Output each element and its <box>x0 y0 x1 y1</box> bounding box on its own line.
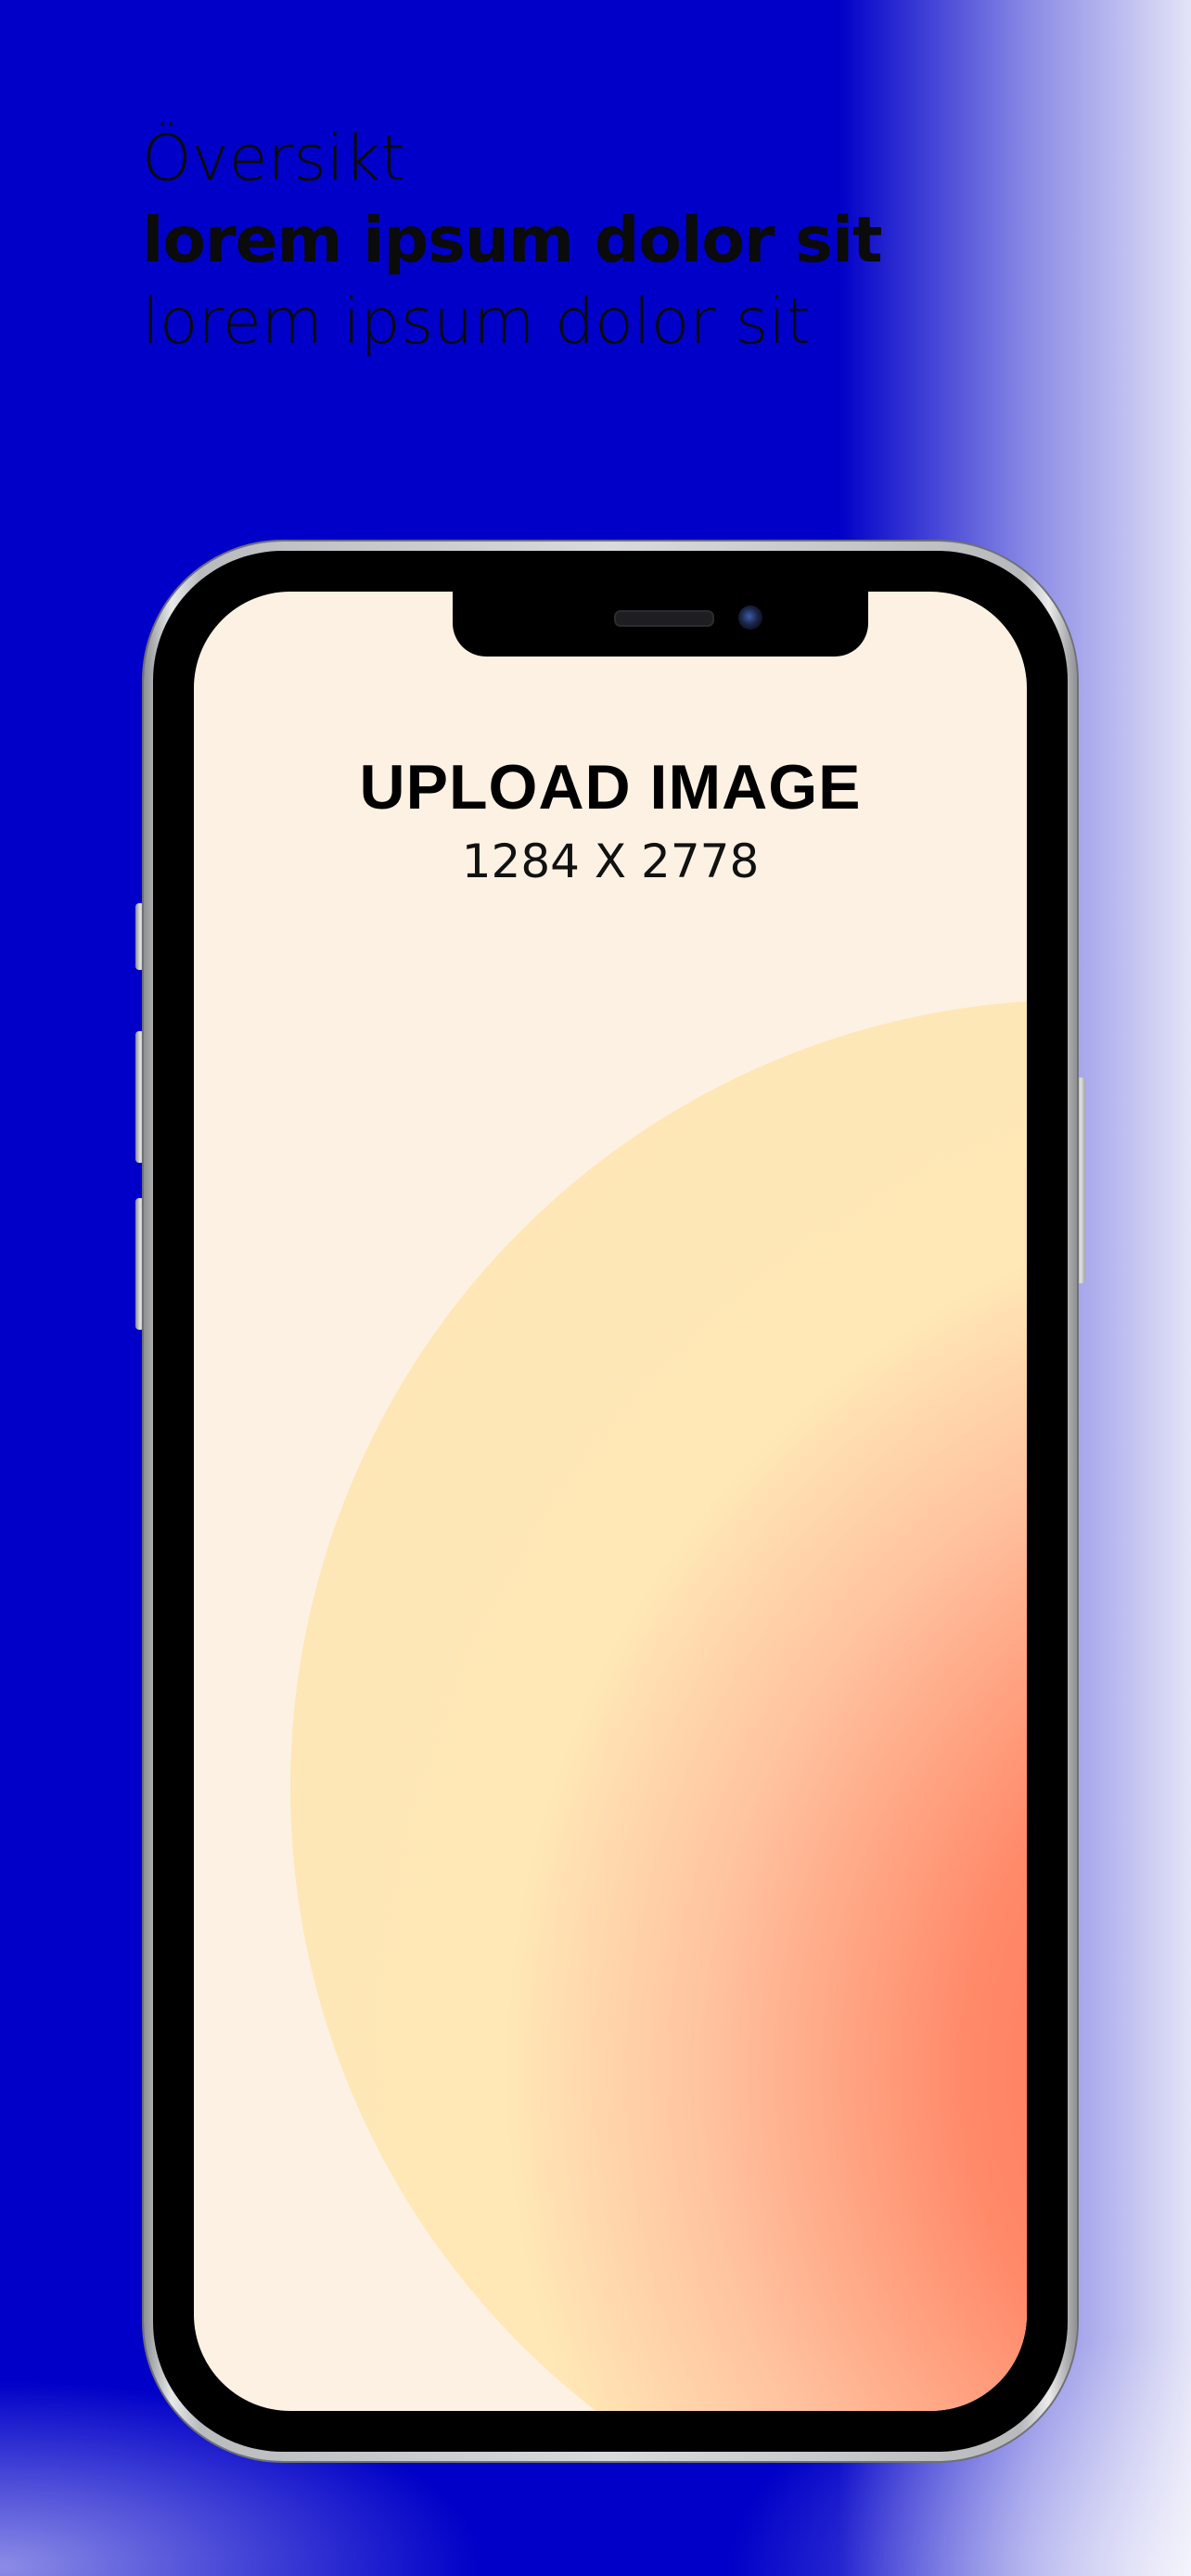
speaker-grille <box>614 610 714 627</box>
upload-image-title: UPLOAD IMAGE <box>359 752 862 823</box>
headline-bold-line: lorem ipsum dolor sit <box>142 204 883 277</box>
phone-mockup: UPLOAD IMAGE 1284 X 2778 <box>144 542 1077 2461</box>
headline-title: Översikt <box>142 122 405 196</box>
phone-bezel: UPLOAD IMAGE 1284 X 2778 <box>153 551 1068 2452</box>
phone-screen[interactable]: UPLOAD IMAGE 1284 X 2778 <box>194 592 1027 2411</box>
headline-regular-line: lorem ipsum dolor sit <box>142 286 811 359</box>
notch <box>453 592 868 657</box>
front-camera-icon <box>738 606 762 630</box>
gradient-circle <box>290 1000 1027 2411</box>
upload-image-size: 1284 X 2778 <box>461 835 760 888</box>
power-button <box>1076 1078 1085 1283</box>
headline: Översikt lorem ipsum dolor sit lorem ips… <box>142 119 883 363</box>
